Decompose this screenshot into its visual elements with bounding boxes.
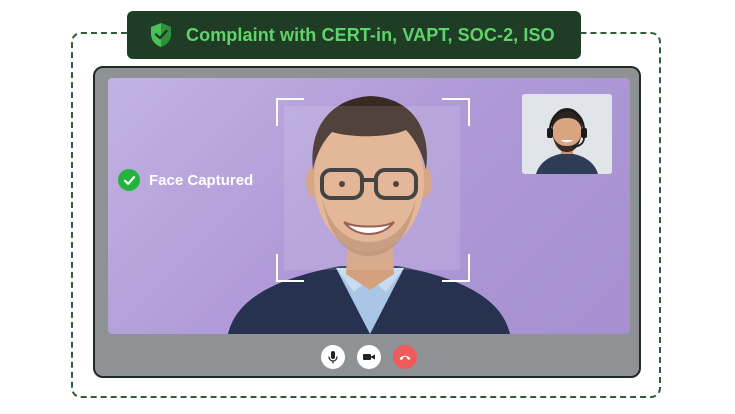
scan-corner xyxy=(276,98,304,126)
check-circle-icon xyxy=(118,169,140,191)
face-captured-text: Face Captured xyxy=(149,171,254,189)
phone-hangup-icon xyxy=(399,355,411,360)
mute-button[interactable] xyxy=(321,345,345,369)
compliance-badge: Complaint with CERT-in, VAPT, SOC-2, ISO xyxy=(127,11,581,59)
camera-button[interactable] xyxy=(357,345,381,369)
video-camera-icon xyxy=(363,354,375,360)
shield-check-icon xyxy=(149,22,173,48)
agent-participant xyxy=(522,94,612,174)
end-call-button[interactable] xyxy=(393,345,417,369)
face-captured-status: Face Captured xyxy=(118,169,253,191)
scan-corner xyxy=(276,254,304,282)
scan-corner xyxy=(442,254,470,282)
face-scan-zone xyxy=(284,106,460,270)
call-controls xyxy=(321,345,417,369)
microphone-icon xyxy=(328,351,338,364)
scan-corner xyxy=(442,98,470,126)
compliance-text: Complaint with CERT-in, VAPT, SOC-2, ISO xyxy=(186,24,555,45)
agent-video-thumbnail[interactable] xyxy=(522,94,612,174)
